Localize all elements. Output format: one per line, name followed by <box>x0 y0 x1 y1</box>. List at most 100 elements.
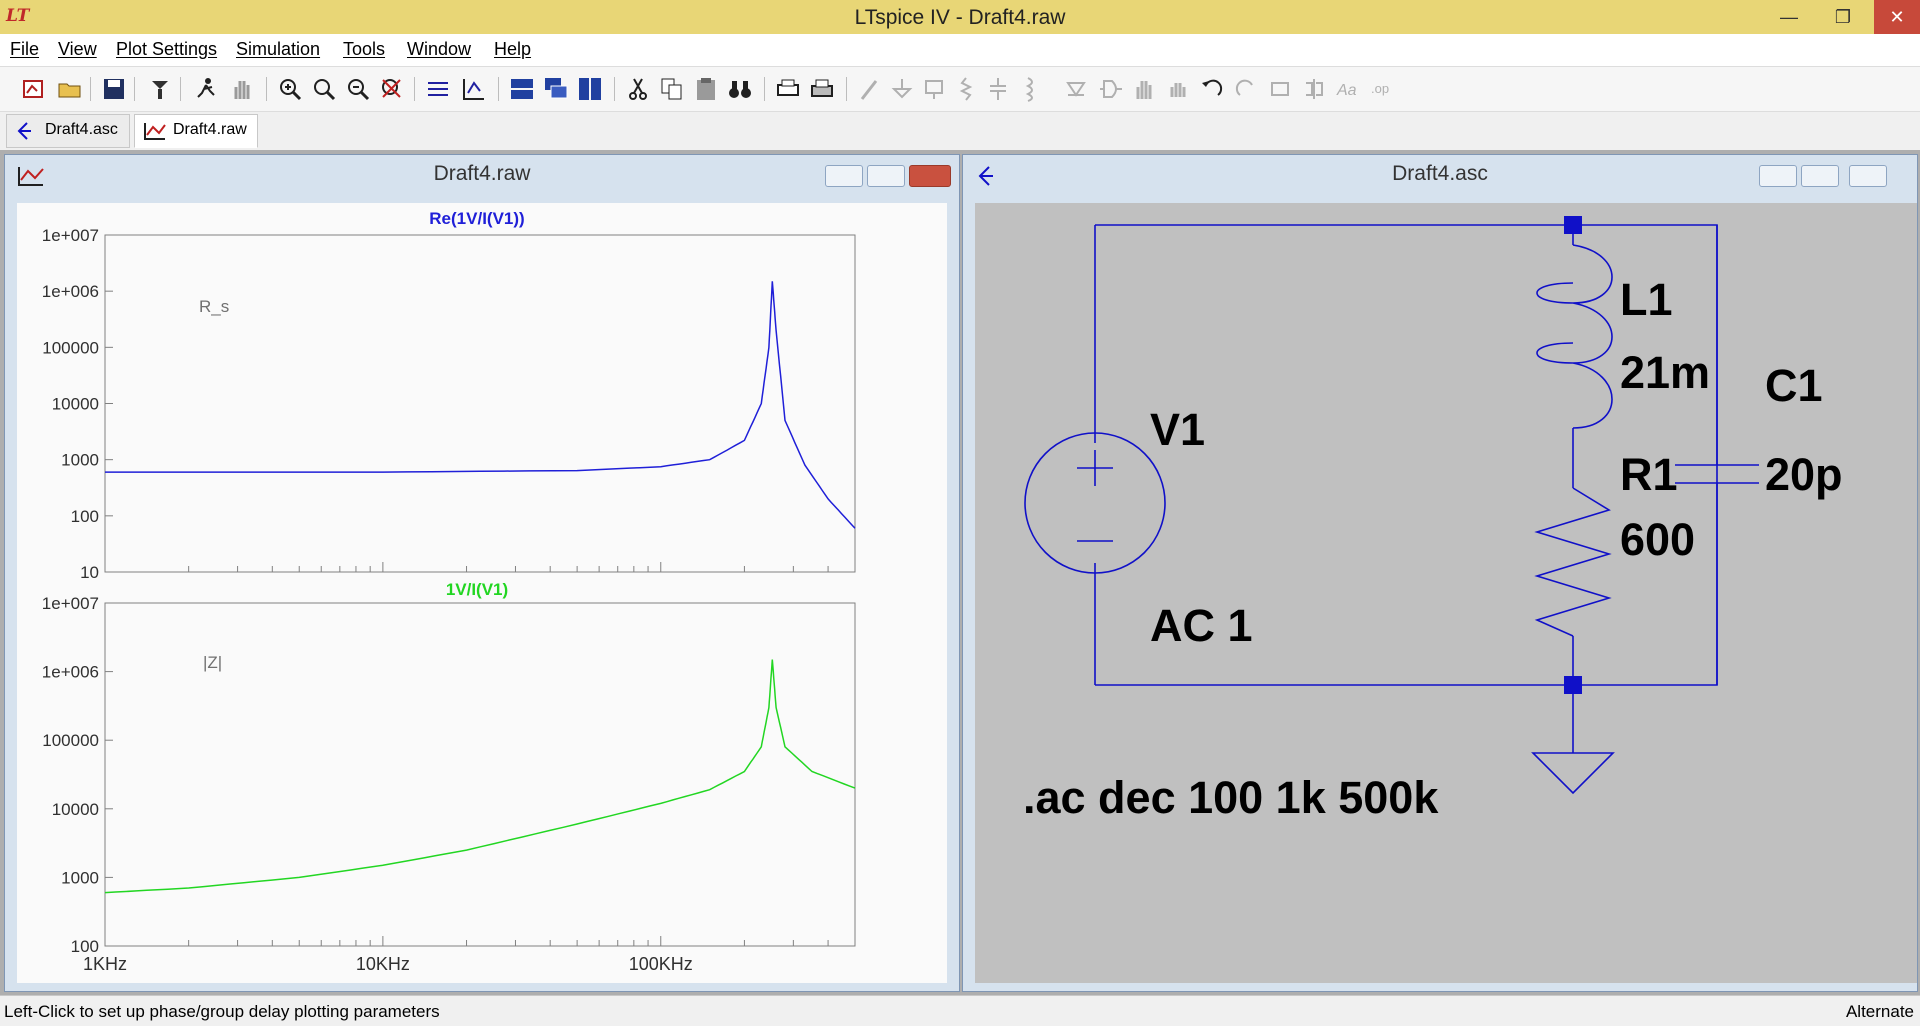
schematic-window[interactable]: Draft4.asc V1 AC 1 L1 21m R1 600 C1 20p … <box>962 154 1918 992</box>
c1-value[interactable]: 20p <box>1765 449 1843 500</box>
spice-directive[interactable]: .ac dec 100 1k 500k <box>1023 772 1439 823</box>
menu-file[interactable]: File <box>10 39 39 60</box>
plus-sign <box>1077 450 1113 486</box>
circuit-diagram[interactable]: V1 AC 1 L1 21m R1 600 C1 20p .ac dec 100… <box>975 203 1917 983</box>
l1-value[interactable]: 21m <box>1620 347 1710 398</box>
window-title: LTspice IV - Draft4.raw <box>854 6 1066 29</box>
cascade-icon[interactable] <box>542 75 570 103</box>
rotate-icon[interactable] <box>1266 75 1294 103</box>
x-tick-label: 1KHz <box>83 954 127 974</box>
spice-directive-icon[interactable]: .op <box>1368 75 1396 103</box>
zoom-cancel-icon[interactable] <box>378 75 406 103</box>
halt-hand-icon[interactable] <box>228 75 256 103</box>
label-net-icon[interactable] <box>920 75 948 103</box>
l1-label[interactable]: L1 <box>1620 274 1673 325</box>
junction-dot-bottom <box>1564 676 1582 694</box>
copy-icon[interactable] <box>658 75 686 103</box>
svg-text:.op: .op <box>1371 81 1389 96</box>
save-icon[interactable] <box>100 75 128 103</box>
menu-view[interactable]: View <box>58 39 97 60</box>
bottom-pane-note: |Z| <box>203 653 222 672</box>
restore-button[interactable]: ❐ <box>1822 0 1864 34</box>
paste-icon[interactable] <box>692 75 720 103</box>
menu-simulation[interactable]: Simulation <box>236 39 320 60</box>
bottom-trace-line <box>104 659 856 894</box>
schematic-minimize-button[interactable] <box>1759 165 1797 187</box>
draw-wire-icon[interactable] <box>856 75 884 103</box>
zoom-out-icon[interactable] <box>344 75 372 103</box>
run-icon[interactable] <box>192 75 220 103</box>
redo-icon[interactable] <box>1232 75 1260 103</box>
top-trace-title[interactable]: Re(1V/I(V1)) <box>429 209 524 228</box>
diode-icon[interactable] <box>1062 75 1090 103</box>
open-folder-icon[interactable] <box>56 75 84 103</box>
v1-label[interactable]: V1 <box>1150 404 1205 455</box>
plot-window[interactable]: Draft4.raw Re(1V/I(V1)) R_s 1e+007 1e+006… <box>4 154 960 992</box>
y-tick-label: 1e+006 <box>42 282 99 301</box>
mdi-workspace: Draft4.raw Re(1V/I(V1)) R_s 1e+007 1e+006… <box>0 150 1920 995</box>
plot-area[interactable]: Re(1V/I(V1)) R_s 1e+007 1e+006 100000 10000… <box>17 203 947 983</box>
menu-window[interactable]: Window <box>407 39 471 60</box>
v1-value[interactable]: AC 1 <box>1150 600 1253 651</box>
plot-maximize-button[interactable] <box>867 165 905 187</box>
add-trace-icon[interactable] <box>460 75 488 103</box>
close-button[interactable]: ✕ <box>1874 0 1920 34</box>
schematic-icon <box>17 122 31 140</box>
autorange-icon[interactable] <box>424 75 452 103</box>
plot-minimize-button[interactable] <box>825 165 863 187</box>
control-panel-icon[interactable] <box>146 75 174 103</box>
resistor-icon[interactable] <box>952 75 980 103</box>
schematic-maximize-button[interactable] <box>1801 165 1839 187</box>
schematic-canvas[interactable]: V1 AC 1 L1 21m R1 600 C1 20p .ac dec 100… <box>975 203 1917 983</box>
y-tick-label: 1000 <box>61 451 99 470</box>
tile-horizontal-icon[interactable] <box>508 75 536 103</box>
y-tick-label: 100000 <box>42 731 99 750</box>
title-bar: LT LTspice IV - Draft4.raw — ❐ ✕ <box>0 0 1920 34</box>
junction-dot-top <box>1564 216 1582 234</box>
tab-label: Draft4.asc <box>45 121 118 138</box>
menu-bar: File View Plot Settings Simulation Tools… <box>0 34 1920 64</box>
zoom-in-icon[interactable] <box>276 75 304 103</box>
ground-icon[interactable] <box>888 75 916 103</box>
component-icon[interactable] <box>1096 75 1124 103</box>
move-hand-icon[interactable] <box>1130 75 1158 103</box>
resistor-r1[interactable] <box>1534 487 1612 637</box>
menu-help[interactable]: Help <box>494 39 531 60</box>
c1-label[interactable]: C1 <box>1765 360 1823 411</box>
tile-vertical-icon[interactable] <box>576 75 604 103</box>
waveform-plot[interactable]: Re(1V/I(V1)) R_s 1e+007 1e+006 100000 10000… <box>17 203 947 983</box>
menu-plot-settings[interactable]: Plot Settings <box>116 39 217 60</box>
y-tick-label: 1e+007 <box>42 594 99 613</box>
inductor-l1[interactable] <box>1536 244 1613 429</box>
minimize-button[interactable]: — <box>1768 0 1810 34</box>
mirror-icon[interactable] <box>1300 75 1328 103</box>
schematic-close-button[interactable] <box>1849 165 1887 187</box>
find-binoculars-icon[interactable] <box>726 75 754 103</box>
tab-draft4-raw[interactable]: Draft4.raw <box>134 114 258 148</box>
plot-close-button[interactable] <box>909 165 951 187</box>
toolbar: Aa .op <box>0 66 1920 112</box>
x-tick-label: 100KHz <box>629 954 693 974</box>
bottom-trace-title[interactable]: 1V/I(V1) <box>446 580 508 599</box>
text-icon[interactable]: Aa <box>1334 75 1362 103</box>
plot-window-title: Draft4.raw <box>433 162 531 185</box>
drag-hand-icon[interactable] <box>1164 75 1192 103</box>
capacitor-icon[interactable] <box>984 75 1012 103</box>
cut-icon[interactable] <box>624 75 652 103</box>
print-icon[interactable] <box>808 75 836 103</box>
waveform-icon <box>144 123 166 140</box>
tab-label: Draft4.raw <box>173 121 247 138</box>
zoom-fit-icon[interactable] <box>310 75 338 103</box>
menu-tools[interactable]: Tools <box>343 39 385 60</box>
r1-value[interactable]: 600 <box>1620 514 1695 565</box>
y-tick-label: 10 <box>80 563 99 582</box>
undo-icon[interactable] <box>1198 75 1226 103</box>
print-preview-icon[interactable] <box>774 75 802 103</box>
y-tick-label: 1e+006 <box>42 663 99 682</box>
ground-symbol[interactable] <box>1531 752 1615 795</box>
open-schematic-icon[interactable] <box>20 75 48 103</box>
tab-draft4-asc[interactable]: Draft4.asc <box>6 114 130 148</box>
r1-label[interactable]: R1 <box>1620 449 1678 500</box>
inductor-icon[interactable] <box>1016 75 1044 103</box>
status-message: Left-Click to set up phase/group delay p… <box>4 1002 440 1021</box>
